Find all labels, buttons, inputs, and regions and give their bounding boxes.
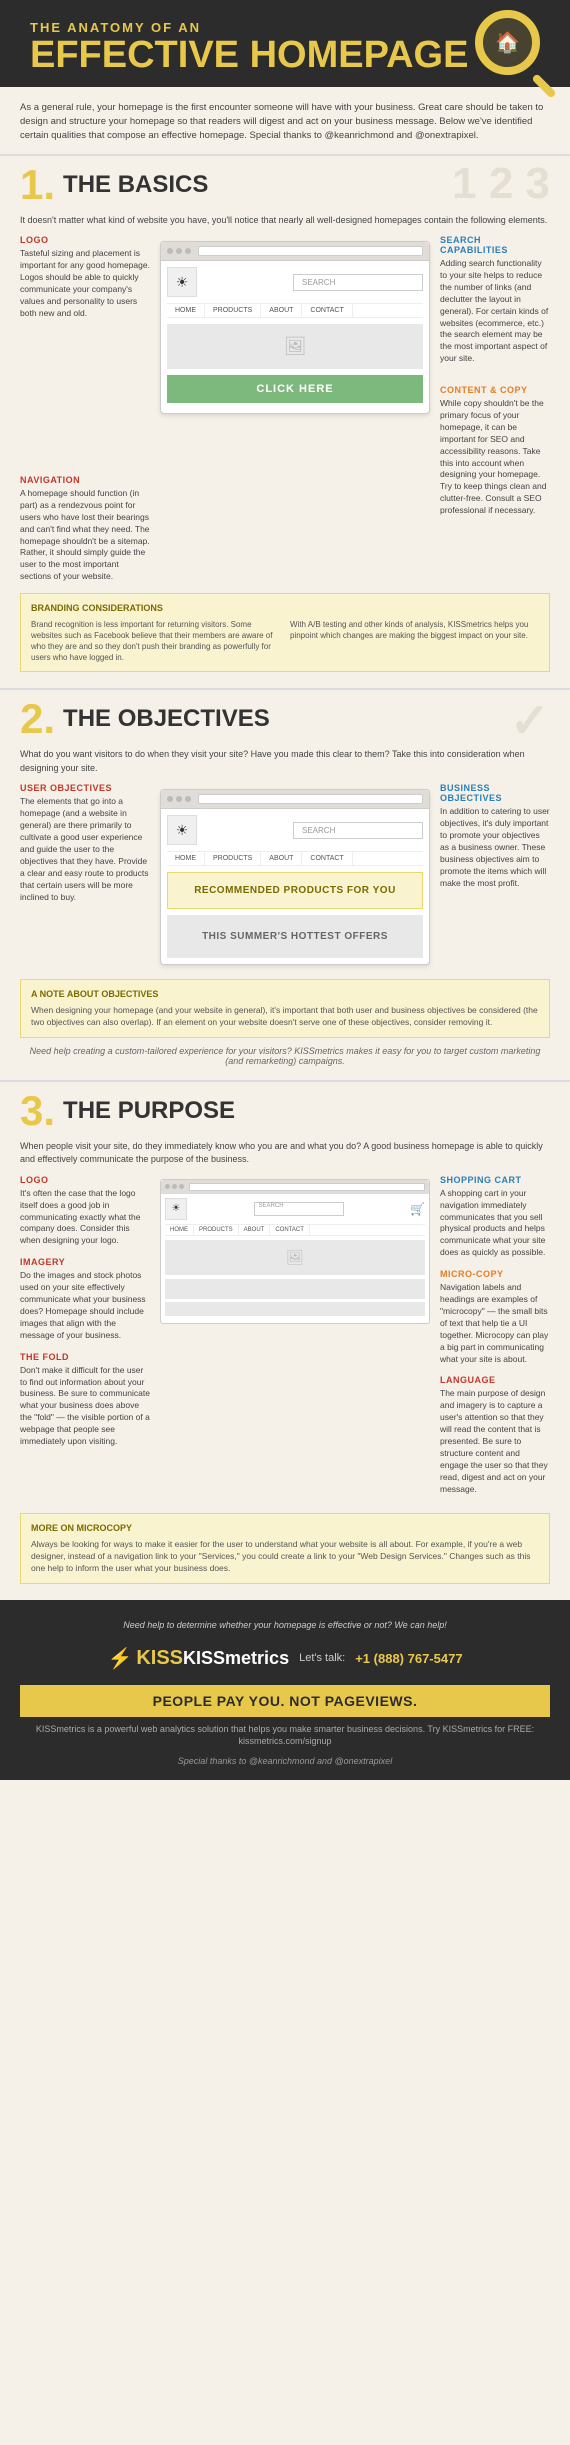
nav-home: HOME <box>167 304 205 317</box>
footer-thanks: Special thanks to @keanrichmond and @one… <box>20 1756 550 1766</box>
section2-number: 2. <box>20 698 55 740</box>
check-deco: ✓ <box>510 693 550 749</box>
section-objectives: 2. THE OBJECTIVES ✓ What do you want vis… <box>0 690 570 1081</box>
nav-contact: CONTACT <box>302 304 352 317</box>
footer-cta: PEOPLE PAY YOU. NOT PAGEVIEWS. <box>20 1685 550 1717</box>
footer-phone: +1 (888) 767-5477 <box>355 1651 462 1666</box>
content-label: CONTENT & COPY <box>440 385 550 395</box>
logo-label: LOGO <box>20 235 150 245</box>
browser-mockup-1: ☀ SEARCH HOME PRODUCTS ABOUT CONTACT 🖼 C… <box>160 241 430 414</box>
nav-about: ABOUT <box>261 304 302 317</box>
cart-text: A shopping cart in your navigation immed… <box>440 1188 550 1259</box>
home-icon: 🏠 <box>495 30 520 55</box>
section1-number: 1. <box>20 164 55 206</box>
section1-title: THE BASICS <box>63 171 208 199</box>
navigation-text: A homepage should function (in part) as … <box>20 488 150 583</box>
section-basics: 1. THE BASICS 1 2 3 It doesn't matter wh… <box>0 156 570 691</box>
microcopy-text: Always be looking for ways to make it ea… <box>31 1539 539 1575</box>
section3-number: 3. <box>20 1090 55 1132</box>
user-obj-label: USER OBJECTIVES <box>20 783 150 793</box>
browser-image: 🖼 <box>167 324 423 369</box>
image-icon: 🖼 <box>284 336 307 357</box>
browser-dot <box>167 248 173 254</box>
footer-need-help: Need help to determine whether your home… <box>20 1620 550 1630</box>
nav-products: PRODUCTS <box>205 304 261 317</box>
footer-tagline: Let's talk: <box>299 1652 345 1664</box>
language-label: LANGUAGE <box>440 1375 550 1385</box>
note-text: When designing your homepage (and your w… <box>31 1005 539 1029</box>
browser-bar-2 <box>161 790 429 809</box>
browser-logo: ☀ <box>167 267 197 297</box>
search-label: SEARCH CAPABILITIES <box>440 235 550 255</box>
browser-search: SEARCH <box>293 274 423 291</box>
business-obj-text: In addition to catering to user objectiv… <box>440 806 550 889</box>
browser-bar <box>161 242 429 261</box>
user-obj-text: The elements that go into a homepage (an… <box>20 796 150 903</box>
section3-desc: When people visit your site, do they imm… <box>20 1140 550 1167</box>
footer: Need help to determine whether your home… <box>0 1600 570 1780</box>
kiss-icon: ⚡ <box>107 1646 132 1671</box>
fold-label: THE FOLD <box>20 1352 150 1362</box>
cart-label: SHOPPING CART <box>440 1175 550 1185</box>
imagery-label: IMAGERY <box>20 1257 150 1267</box>
browser-nav: HOME PRODUCTS ABOUT CONTACT <box>167 303 423 318</box>
micro-nav: HOME PRODUCTS ABOUT CONTACT <box>165 1224 425 1236</box>
deco-numbers: 1 2 3 <box>452 159 550 209</box>
branding-left: Brand recognition is less important for … <box>31 619 280 664</box>
browser-logo-2: ☀ <box>167 815 197 845</box>
business-obj-label: BUSINESS OBJECTIVES <box>440 783 550 803</box>
section2-desc: What do you want visitors to do when the… <box>20 748 550 775</box>
click-here-button[interactable]: CLICK HERE <box>167 375 423 403</box>
section-purpose: 3. THE PURPOSE When people visit your si… <box>0 1082 570 1600</box>
magnify-icon: 🏠 <box>460 10 550 100</box>
section3-title: THE PURPOSE <box>63 1097 235 1125</box>
browser-url <box>198 246 423 256</box>
recommended-box: RECOMMENDED PRODUCTS FOR YOU <box>167 872 423 909</box>
branding-callout: BRANDING CONSIDERATIONS Brand recognitio… <box>20 593 550 672</box>
logo-text: Tasteful sizing and placement is importa… <box>20 248 150 319</box>
branding-title: BRANDING CONSIDERATIONS <box>31 602 539 615</box>
browser-mockup-3: ☀ SEARCH 🛒 HOME PRODUCTS ABOUT CONTACT 🖼 <box>160 1179 430 1324</box>
offers-box: THIS SUMMER'S HOTTEST OFFERS <box>167 915 423 958</box>
browser-search-2: SEARCH <box>293 822 423 839</box>
micro-logo: ☀ <box>165 1198 187 1220</box>
micro-image: 🖼 <box>165 1240 425 1275</box>
micro-search: SEARCH <box>254 1202 344 1216</box>
branding-right: With A/B testing and other kinds of anal… <box>290 619 539 664</box>
micro-bar <box>161 1180 429 1194</box>
content-text: While copy shouldn't be the primary focu… <box>440 398 550 517</box>
microcopy-callout: MORE ON MICROCOPY Always be looking for … <box>20 1513 550 1583</box>
browser-dot <box>176 248 182 254</box>
imagery-text: Do the images and stock photos used on y… <box>20 1270 150 1341</box>
logo3-label: LOGO <box>20 1175 150 1185</box>
micro-label: MICRO-COPY <box>440 1269 550 1279</box>
logo3-text: It's often the case that the logo itself… <box>20 1188 150 1247</box>
header: THE ANATOMY OF AN EFFECTIVE HOMEPAGE 🏠 <box>0 0 570 87</box>
kissmetrics-row: ⚡ KISSKISSmetrics Let's talk: +1 (888) 7… <box>20 1636 550 1675</box>
intro-text: As a general rule, your homepage is the … <box>20 101 550 144</box>
search-text: Adding search functionality to your site… <box>440 258 550 365</box>
section2-title: THE OBJECTIVES <box>63 705 270 733</box>
browser-mockup-2: ☀ SEARCH HOME PRODUCTS ABOUT CONTACT REC… <box>160 789 430 965</box>
micro-text: Navigation labels and headings are examp… <box>440 1282 550 1365</box>
objectives-callout: A NOTE ABOUT OBJECTIVES When designing y… <box>20 979 550 1037</box>
cart-icon: 🛒 <box>410 1202 425 1216</box>
kiss-logo: ⚡ KISSKISSmetrics <box>107 1646 289 1671</box>
footer-logo-text: KISSKISSmetrics <box>136 1647 289 1670</box>
note-title: A NOTE ABOUT OBJECTIVES <box>31 988 539 1001</box>
microcopy-title: MORE ON MICROCOPY <box>31 1522 539 1535</box>
language-text: The main purpose of design and imagery i… <box>440 1388 550 1495</box>
fold-text: Don't make it difficult for the user to … <box>20 1365 150 1448</box>
section1-desc: It doesn't matter what kind of website y… <box>20 214 550 228</box>
footer-desc: KISSmetrics is a powerful web analytics … <box>20 1723 550 1748</box>
need-help-2: Need help creating a custom-tailored exp… <box>20 1046 550 1066</box>
browser-dot <box>185 248 191 254</box>
